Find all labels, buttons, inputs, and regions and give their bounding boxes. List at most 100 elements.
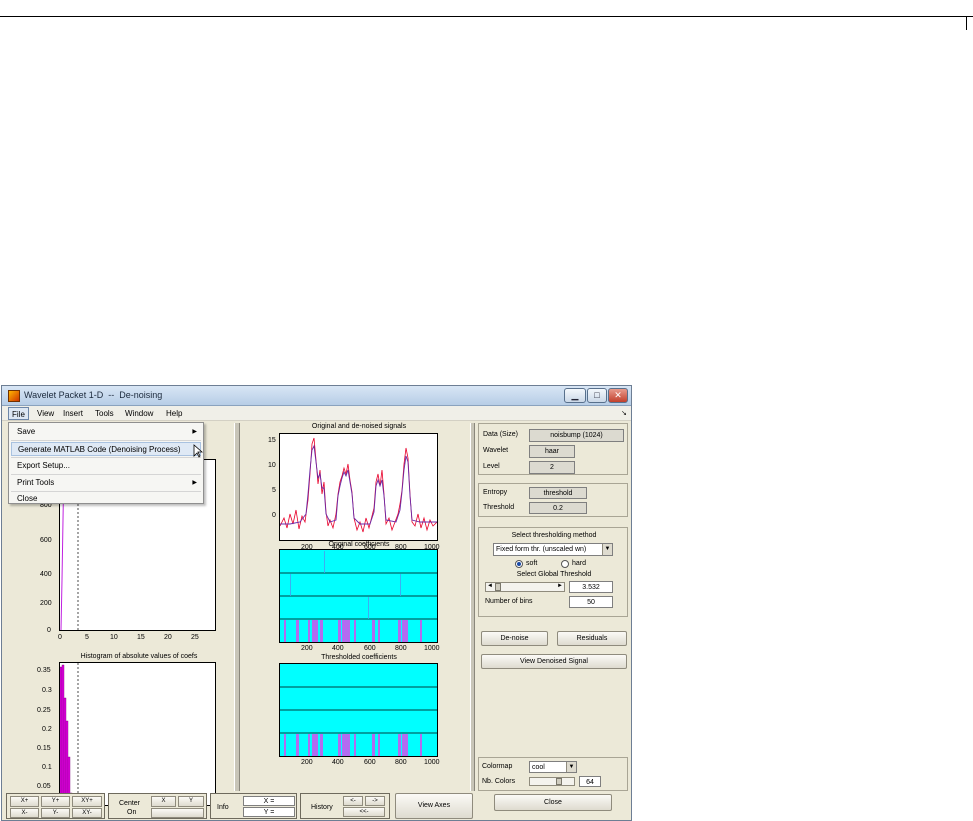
sig-ytick-15: 15 [268,437,276,444]
select-method-title: Select thresholding method [511,532,597,539]
menu-item-generate-code[interactable]: Generate MATLAB Code (Denoising Process) [11,442,201,456]
oc-xtick-200: 200 [301,645,313,652]
chevron-down-icon: ▼ [566,762,576,772]
zoom-y-minus-button[interactable]: Y- [41,808,70,818]
submenu-arrow-icon: ▶ [192,429,197,435]
ltp-xtick-25: 25 [191,634,199,641]
info-label: Info [217,804,229,811]
number-of-bins-field[interactable]: 50 [569,596,613,608]
signal-svg [280,437,437,533]
zoom-xy-plus-button[interactable]: XY+ [72,796,102,807]
signal-axes[interactable] [279,433,438,541]
thresh-coef-title: Thresholded coefficients [321,654,397,661]
menu-item-close[interactable]: Close [11,492,201,506]
zoom-y-plus-button[interactable]: Y+ [41,796,70,807]
data-size-field: noisbump (1024) [529,429,624,442]
hard-radio[interactable] [561,560,569,568]
histogram-title: Histogram of absolute values of coefs [80,653,198,660]
entropy-label: Entropy [483,489,508,496]
menu-item-close-label: Close [17,494,38,503]
residuals-button[interactable]: Residuals [557,631,627,646]
menu-help[interactable]: Help [163,407,185,420]
data-size-label: Data (Size) [483,431,519,438]
thresholded-coefficients-axes[interactable] [279,663,438,757]
colormap-label: Colormap [482,763,513,770]
zoom-xy-minus-button[interactable]: XY- [72,808,102,818]
menu-bar: File View Insert Tools Window Help ↘ [2,406,631,421]
view-axes-button[interactable]: View Axes [395,793,473,819]
wavelet-label: Wavelet [483,447,509,454]
nb-colors-value[interactable]: 64 [579,776,601,787]
menu-tools[interactable]: Tools [92,407,117,420]
lbp-ytick-0.05: 0.05 [37,783,51,790]
lbp-ytick-0.15: 0.15 [37,745,51,752]
view-denoised-signal-button[interactable]: View Denoised Signal [481,654,627,669]
history-forward-button[interactable]: -> [365,796,385,806]
lbp-ytick-0.25: 0.25 [37,707,51,714]
menu-item-export-setup[interactable]: Export Setup... [11,459,201,473]
center-on-label: On [127,809,137,816]
ltp-xtick-20: 20 [164,634,172,641]
nb-colors-slider[interactable] [529,777,575,786]
left-bottom-axes[interactable] [59,662,216,806]
page-header-rule [0,16,973,17]
menu-item-save[interactable]: Save ▶ [11,425,201,439]
global-threshold-slider[interactable]: ◄ ► [485,582,565,592]
denoise-button[interactable]: De-noise [481,631,548,646]
ltp-ytick-0: 0 [47,627,51,634]
center-label: Center [119,800,141,807]
chevron-down-icon: ▼ [602,544,612,555]
menu-window[interactable]: Window [122,407,156,420]
center-x-button[interactable]: X [151,796,176,807]
center-on-toggle[interactable] [151,808,204,818]
close-window-button[interactable]: ✕ [608,388,628,403]
orig-coef-title: Original coefficients [328,541,390,548]
history-back-button[interactable]: <- [343,796,363,806]
tc-xtick-200: 200 [301,759,313,766]
soft-label: soft [526,560,538,567]
ltp-xtick-15: 15 [137,634,145,641]
oc-xtick-800: 800 [395,645,407,652]
center-y-button[interactable]: Y [178,796,204,807]
close-button[interactable]: Close [494,794,612,811]
data-info-panel: Data (Size) noisbump (1024) Wavelet haar… [478,423,628,475]
zoom-x-plus-button[interactable]: X+ [10,796,39,807]
minimize-button[interactable]: ▁ [564,388,586,403]
signal-plot-title: Original and de-noised signals [311,423,407,430]
level-label: Level [483,463,500,470]
page-header-tick [966,16,967,30]
orig-coef-svg [280,551,437,642]
history-label: History [311,804,333,811]
right-divider-bar[interactable] [470,423,475,791]
original-coefficients-axes[interactable] [279,549,438,643]
ltp-xtick-10: 10 [110,634,118,641]
title-bar[interactable]: Wavelet Packet 1-D -- De-noising ▁ □ ✕ [2,386,631,406]
menu-item-print-tools-label: Print Tools [17,478,55,487]
file-menu-dropdown: Save ▶ Generate MATLAB Code (Denoising P… [8,422,204,504]
window-title: Wavelet Packet 1-D -- De-noising [24,390,163,400]
soft-radio[interactable] [515,560,523,568]
menu-separator [11,457,201,458]
slider-left-arrow-icon[interactable]: ◄ [487,583,493,589]
lbp-ytick-0.2: 0.2 [42,726,52,733]
menu-file[interactable]: File [8,407,29,420]
x-readout: X = [243,796,295,806]
maximize-button[interactable]: □ [587,388,607,403]
menu-insert[interactable]: Insert [60,407,86,420]
ltp-xtick-5: 5 [85,634,89,641]
zoom-x-minus-button[interactable]: X- [10,808,39,818]
menu-item-export-setup-label: Export Setup... [17,461,70,470]
global-threshold-value[interactable]: 3.532 [569,581,613,593]
left-divider-bar[interactable] [234,423,240,791]
colormap-select[interactable]: cool ▼ [529,761,577,773]
matlab-app-icon [8,390,20,402]
threshold-method-select[interactable]: Fixed form thr. (unscaled wn) ▼ [493,543,613,556]
slider-right-arrow-icon[interactable]: ► [557,583,563,589]
tc-xtick-800: 800 [395,759,407,766]
history-first-button[interactable]: <<- [343,807,385,817]
menu-item-print-tools[interactable]: Print Tools ▶ [11,476,201,490]
nb-colors-thumb[interactable] [556,778,562,785]
menu-view[interactable]: View [34,407,57,420]
dock-arrow-icon[interactable]: ↘ [618,407,630,420]
slider-thumb[interactable] [495,583,501,591]
